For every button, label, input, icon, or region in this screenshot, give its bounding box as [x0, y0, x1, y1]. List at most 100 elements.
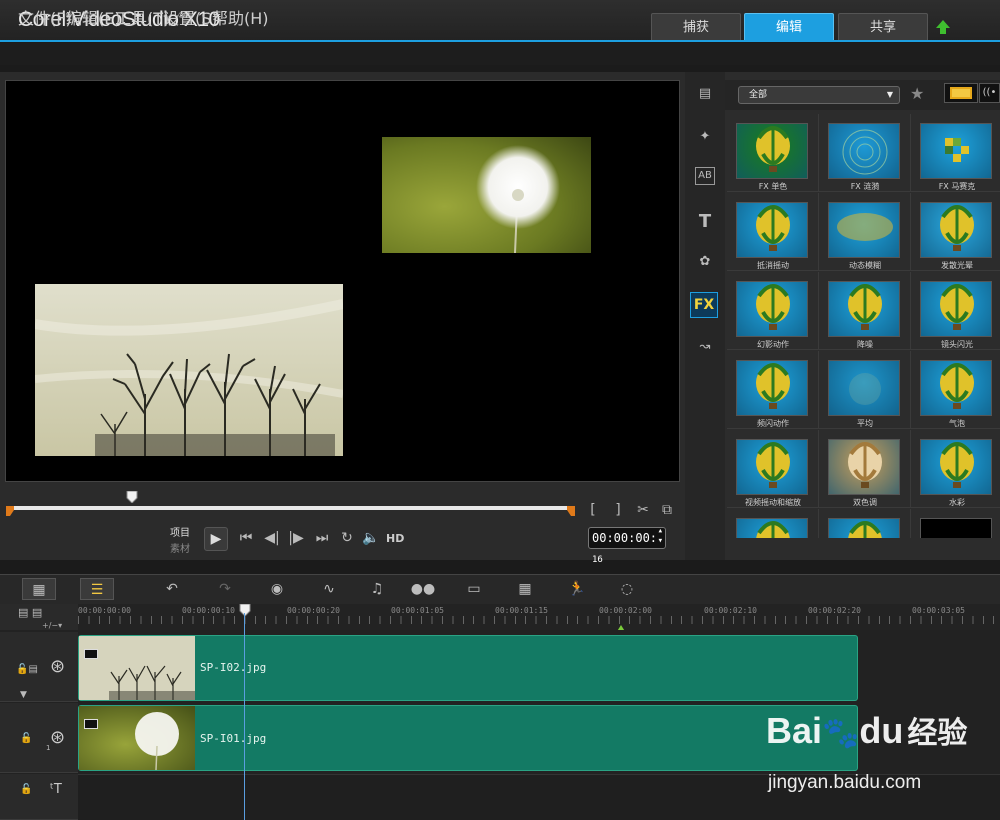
- tab-edit[interactable]: 编辑: [744, 13, 834, 41]
- title-track-lock-icon[interactable]: 🔓: [20, 784, 32, 795]
- fx-tile-thumbnail: [736, 123, 808, 179]
- fx-tile[interactable]: [727, 509, 819, 538]
- mark-out-marker[interactable]: [567, 506, 575, 516]
- motion-tracking-icon[interactable]: ●●: [410, 578, 436, 600]
- path-icon[interactable]: ↝: [693, 335, 717, 359]
- mark-in-bracket-icon[interactable]: [: [586, 500, 600, 520]
- track-manager-icon[interactable]: ▤ ▤: [18, 606, 62, 620]
- track-add-remove-icon[interactable]: +/−▾: [42, 621, 62, 630]
- scissors-icon[interactable]: ✂: [634, 500, 652, 520]
- fx-filter-icon[interactable]: FX: [690, 292, 718, 318]
- record-capture-icon[interactable]: ◉: [266, 578, 288, 600]
- overlay-track-reel-icon[interactable]: ⊛: [50, 727, 65, 748]
- auto-music-icon[interactable]: ♫: [366, 578, 388, 600]
- ruler-label: 00:00:02:00: [599, 606, 652, 615]
- ruler-label: 00:00:01:05: [391, 606, 444, 615]
- fx-tile-label: 抵消摇动: [757, 261, 789, 270]
- timeline-view-icon[interactable]: ☰: [80, 578, 114, 600]
- play-button[interactable]: ▶: [204, 527, 228, 551]
- fx-tile[interactable]: 气泡: [911, 351, 1000, 429]
- prev-frame-icon[interactable]: ◀|: [262, 528, 282, 548]
- fx-tile[interactable]: [911, 509, 1000, 538]
- fx-tile-thumbnail: [828, 360, 900, 416]
- fx-tile[interactable]: 抵消摇动: [727, 193, 819, 271]
- thumbnail-view-icon[interactable]: [944, 83, 978, 103]
- fx-tile-label: 视频摇动和缩放: [745, 498, 801, 507]
- fx-tile[interactable]: 发散光晕: [911, 193, 1000, 271]
- fx-tile[interactable]: 双色调: [819, 430, 911, 508]
- fx-tile[interactable]: FX 涟漪: [819, 114, 911, 192]
- timecode-field[interactable]: 00:00:00: 16 ▴ ▾: [588, 526, 666, 565]
- sound-mixer-icon[interactable]: ∿: [318, 578, 340, 600]
- library-filter-dropdown[interactable]: 全部 ▼: [738, 86, 900, 104]
- tab-capture[interactable]: 捕获: [651, 13, 741, 41]
- tab-share[interactable]: 共享: [838, 13, 928, 41]
- upload-arrow-icon[interactable]: [934, 18, 952, 36]
- mark-out-bracket-icon[interactable]: ]: [611, 500, 625, 520]
- track-expand-icon[interactable]: ▼: [20, 690, 27, 700]
- menu-help[interactable]: 帮助(H): [212, 5, 269, 29]
- project-mode-label[interactable]: 项目: [170, 524, 190, 539]
- fx-tile[interactable]: 视频摇动和缩放: [727, 430, 819, 508]
- fx-tile-label: 镜头闪光: [941, 340, 973, 349]
- fx-tile-label: 气泡: [949, 419, 965, 428]
- menu-file[interactable]: 文件(F): [18, 5, 72, 29]
- fx-tile-label: 降噪: [857, 340, 873, 349]
- fx-tile[interactable]: 幻影动作: [727, 272, 819, 350]
- undo-icon[interactable]: ↶: [162, 578, 182, 600]
- scrub-bar[interactable]: [10, 506, 575, 510]
- overlay-image-trees[interactable]: [35, 284, 343, 456]
- scrub-handle[interactable]: [126, 491, 138, 503]
- title-icon[interactable]: T: [693, 210, 717, 234]
- fx-tile[interactable]: [819, 509, 911, 538]
- ruler-label: 00:00:00:10: [182, 606, 235, 615]
- ruler-label: 00:00:03:05: [912, 606, 965, 615]
- resize-icon[interactable]: ⧉: [658, 500, 676, 520]
- title-track-icon[interactable]: ᵗT: [50, 782, 62, 797]
- graphics-icon[interactable]: ✿: [693, 250, 717, 274]
- audio-filter-icon[interactable]: ((•: [979, 83, 1000, 103]
- volume-icon[interactable]: 🔈: [361, 528, 381, 548]
- go-start-icon[interactable]: ⏮: [236, 528, 256, 548]
- fx-tile[interactable]: 镜头闪光: [911, 272, 1000, 350]
- instant-project-icon[interactable]: ✦: [693, 125, 717, 149]
- timeline-toolbar: [0, 574, 1000, 604]
- redo-icon[interactable]: ↷: [215, 578, 235, 600]
- video-track-reel-icon[interactable]: ⊛: [50, 656, 65, 677]
- playhead-line[interactable]: [244, 613, 245, 820]
- menu-tools[interactable]: 工具(T): [115, 5, 169, 29]
- repeat-icon[interactable]: ↻: [337, 528, 357, 548]
- mask-creator-icon[interactable]: ◌: [616, 578, 638, 600]
- transition-icon[interactable]: AB: [695, 167, 715, 185]
- watermark-brand: Bai🐾du 经验: [766, 710, 968, 751]
- fx-tile[interactable]: FX 单色: [727, 114, 819, 192]
- media-icon[interactable]: ▤: [693, 82, 717, 106]
- menu-settings[interactable]: 设置(S): [163, 5, 218, 29]
- overlay-track-lock-icon[interactable]: 🔓: [20, 733, 32, 744]
- go-end-icon[interactable]: ⏭: [312, 528, 332, 548]
- fx-tile[interactable]: 降噪: [819, 272, 911, 350]
- timeline-clip[interactable]: [78, 705, 858, 771]
- multi-camera-icon[interactable]: ▦: [514, 578, 536, 600]
- clip-mode-label[interactable]: 素材: [170, 540, 190, 555]
- timeline-clip[interactable]: [78, 635, 858, 701]
- overlay-image-dandelion[interactable]: [382, 137, 591, 253]
- playhead-handle[interactable]: [239, 604, 251, 616]
- fx-tile-label: 频闪动作: [757, 419, 789, 428]
- track-lock-icon[interactable]: 🔓▤: [16, 664, 38, 675]
- add-favorite-star-icon[interactable]: ★: [910, 84, 932, 106]
- fx-tile[interactable]: 动态模糊: [819, 193, 911, 271]
- time-remapping-icon[interactable]: 🏃: [566, 578, 588, 600]
- next-frame-icon[interactable]: |▶: [286, 528, 306, 548]
- fx-tile[interactable]: 水彩: [911, 430, 1000, 508]
- fx-tile[interactable]: 平均: [819, 351, 911, 429]
- storyboard-view-icon[interactable]: ▦: [22, 578, 56, 600]
- mark-in-marker[interactable]: [6, 506, 14, 516]
- subtitle-editor-icon[interactable]: ▭: [463, 578, 485, 600]
- menu-edit[interactable]: 编辑(E): [66, 5, 121, 29]
- fx-tile-thumbnail: [736, 202, 808, 258]
- fx-tile-label: 发散光晕: [941, 261, 973, 270]
- hd-toggle[interactable]: HD: [386, 532, 404, 545]
- fx-tile[interactable]: 频闪动作: [727, 351, 819, 429]
- fx-tile[interactable]: FX 马赛克: [911, 114, 1000, 192]
